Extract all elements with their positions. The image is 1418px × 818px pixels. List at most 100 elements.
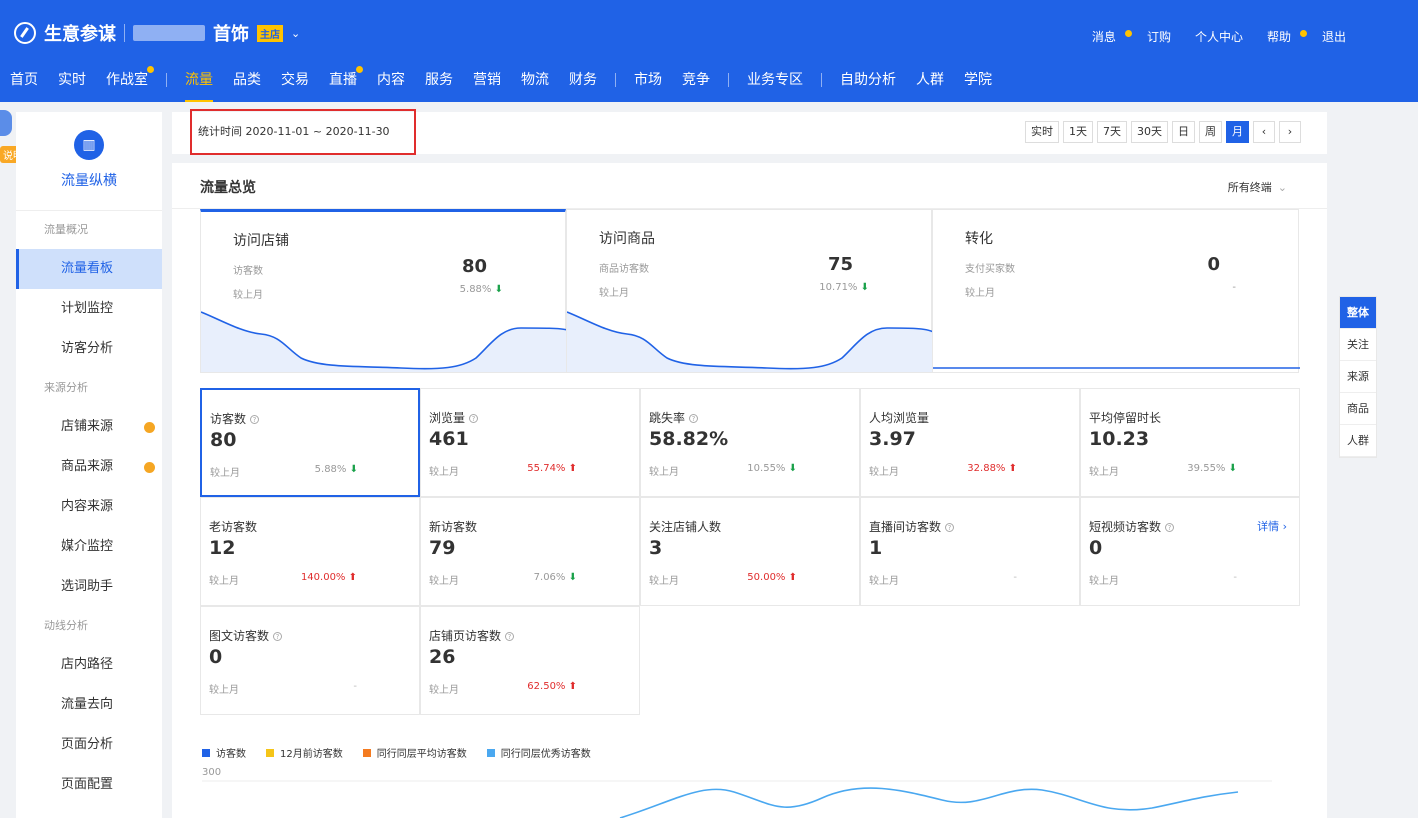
- nav-item-8[interactable]: 服务: [425, 66, 453, 102]
- terminal-select[interactable]: 所有终端 ⌄: [1228, 179, 1287, 195]
- nav-item-7[interactable]: 内容: [377, 66, 405, 102]
- right-tab[interactable]: 来源: [1340, 361, 1376, 393]
- nav-item-10[interactable]: 物流: [521, 66, 549, 102]
- nav-item-5[interactable]: 交易: [281, 66, 309, 102]
- metric-card[interactable]: 短视频访客数? 0 较上月 - 详情 ›: [1080, 497, 1300, 606]
- overview-card[interactable]: 访问商品 商品访客数 较上月 75 10.71% ⬇: [566, 209, 933, 373]
- metric-label: 直播间访客数?: [869, 518, 955, 535]
- sidebar-item[interactable]: 商品来源: [16, 447, 162, 487]
- top-link-0[interactable]: 消息: [1092, 28, 1132, 45]
- arrow-up-icon: ⬆: [345, 572, 357, 583]
- nav-item-15[interactable]: 自助分析: [840, 66, 896, 102]
- nav-item-0[interactable]: 首页: [10, 66, 38, 102]
- nav-item-1[interactable]: 实时: [58, 66, 86, 102]
- metric-card[interactable]: 平均停留时长 10.23 较上月 39.55% ⬇: [1080, 388, 1300, 497]
- sidebar-group-title: 动线分析: [44, 619, 88, 632]
- metric-value: 3.97: [869, 428, 916, 450]
- nav-label: 竞争: [682, 72, 710, 88]
- nav-item-16[interactable]: 人群: [916, 66, 944, 102]
- right-tab[interactable]: 整体: [1340, 297, 1376, 329]
- period-button[interactable]: ›: [1279, 121, 1301, 143]
- legend-label: 同行同层平均访客数: [376, 749, 467, 760]
- notify-dot-icon: [144, 462, 155, 473]
- sparkline: [567, 311, 933, 372]
- period-button[interactable]: 月: [1226, 121, 1249, 143]
- nav-label: 自助分析: [840, 72, 896, 88]
- detail-link[interactable]: 详情 ›: [1257, 518, 1287, 534]
- overview-card[interactable]: 访问店铺 访客数 较上月 80 5.88% ⬇: [200, 209, 567, 373]
- arrow-up-icon: ⬆: [565, 463, 577, 474]
- sidebar-item[interactable]: 媒介监控: [16, 527, 162, 567]
- top-link-2[interactable]: 个人中心: [1195, 28, 1243, 45]
- metric-value: 26: [429, 646, 456, 668]
- legend-item[interactable]: 12月前访客数: [266, 745, 343, 760]
- metric-label-text: 图文访客数: [209, 629, 270, 643]
- nav-item-17[interactable]: 学院: [964, 66, 992, 102]
- legend-swatch: [266, 748, 274, 757]
- legend-item[interactable]: 访客数: [202, 745, 246, 760]
- nav-item-9[interactable]: 营销: [473, 66, 501, 102]
- top-link-1[interactable]: 订购: [1147, 28, 1171, 45]
- metric-card[interactable]: 老访客数 12 较上月 140.00% ⬆: [200, 497, 420, 606]
- sidebar-item-label: 流量看板: [61, 261, 114, 276]
- nav-item-3[interactable]: 流量: [185, 66, 213, 102]
- nav-item-4[interactable]: 品类: [233, 66, 261, 102]
- period-button[interactable]: 1天: [1063, 121, 1093, 143]
- metric-card[interactable]: 浏览量? 461 较上月 55.74% ⬆: [420, 388, 640, 497]
- metric-value: 0: [209, 646, 223, 668]
- right-tab[interactable]: 关注: [1340, 329, 1376, 361]
- sidebar-item[interactable]: 流量看板: [16, 249, 162, 289]
- shop-name: 首饰: [213, 24, 249, 45]
- sidebar-item[interactable]: 访客分析: [16, 329, 162, 369]
- panel-title: 流量总览: [200, 180, 256, 196]
- question-circle-icon: ?: [250, 415, 260, 424]
- sidebar-item[interactable]: 流量去向: [16, 685, 162, 725]
- metric-card[interactable]: 人均浏览量 3.97 较上月 32.88% ⬆: [860, 388, 1080, 497]
- chevron-down-icon[interactable]: ⌄: [291, 27, 300, 40]
- period-button[interactable]: 实时: [1025, 121, 1059, 143]
- brand[interactable]: 生意参谋 首饰 主店 ⌄: [14, 20, 300, 46]
- nav-item-11[interactable]: 财务: [569, 66, 597, 102]
- metric-label: 老访客数: [209, 518, 257, 535]
- top-link-3[interactable]: 帮助: [1267, 28, 1307, 45]
- sidebar-item[interactable]: 页面配置: [16, 765, 162, 805]
- legend-item[interactable]: 同行同层优秀访客数: [486, 745, 591, 760]
- legend-item[interactable]: 同行同层平均访客数: [362, 745, 467, 760]
- nav-item-2[interactable]: 作战室: [106, 66, 154, 102]
- sidebar-item[interactable]: 店内路径: [16, 645, 162, 685]
- sidebar-item[interactable]: 选词助手: [16, 567, 162, 607]
- sidebar-item[interactable]: 店铺来源: [16, 407, 162, 447]
- metric-card[interactable]: 店铺页访客数? 26 较上月 62.50% ⬆: [420, 606, 640, 715]
- metric-compare-label: 较上月: [210, 468, 240, 479]
- period-button[interactable]: 周: [1199, 121, 1222, 143]
- metric-card[interactable]: 图文访客数? 0 较上月 -: [200, 606, 420, 715]
- metric-card[interactable]: 跳失率? 58.82% 较上月 10.55% ⬇: [640, 388, 860, 497]
- metric-card[interactable]: 关注店铺人数 3 较上月 50.00% ⬆: [640, 497, 860, 606]
- rate-text: 7.06%: [533, 572, 566, 583]
- nav-item-13[interactable]: 竞争: [682, 66, 710, 102]
- metric-rate: 32.88% ⬆: [957, 463, 1017, 474]
- metric-card[interactable]: 访客数? 80 较上月 5.88% ⬇: [200, 388, 420, 497]
- nav-item-12[interactable]: 市场: [634, 66, 662, 102]
- metric-card[interactable]: 新访客数 79 较上月 7.06% ⬇: [420, 497, 640, 606]
- period-button[interactable]: 7天: [1097, 121, 1127, 143]
- metric-card[interactable]: 直播间访客数? 1 较上月 -: [860, 497, 1080, 606]
- top-link-4[interactable]: 退出: [1322, 28, 1346, 45]
- right-tab[interactable]: 商品: [1340, 393, 1376, 425]
- overview-card[interactable]: 转化 支付买家数 较上月 0-: [932, 209, 1300, 373]
- nav-item-14[interactable]: 业务专区: [747, 66, 803, 102]
- sidebar-item[interactable]: 页面分析: [16, 725, 162, 765]
- sidebar-item[interactable]: 内容来源: [16, 487, 162, 527]
- metric-rate: 39.55% ⬇: [1177, 463, 1237, 474]
- period-button[interactable]: ‹: [1253, 121, 1275, 143]
- metric-compare-label: 较上月: [869, 467, 899, 478]
- sidebar-item[interactable]: 计划监控: [16, 289, 162, 329]
- period-button[interactable]: 30天: [1131, 121, 1168, 143]
- period-button[interactable]: 日: [1172, 121, 1195, 143]
- metric-value: 79: [429, 537, 456, 559]
- sidebar-item-label: 媒介监控: [61, 539, 114, 554]
- nav-label: 学院: [964, 72, 992, 88]
- right-tab[interactable]: 人群: [1340, 425, 1376, 457]
- nav-item-6[interactable]: 直播: [329, 66, 363, 102]
- app-title: 生意参谋: [44, 24, 116, 45]
